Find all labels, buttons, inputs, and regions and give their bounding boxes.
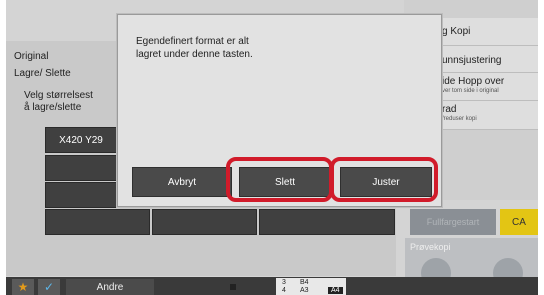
- background-subtitle: Lagre/ Slette: [14, 68, 71, 79]
- function-item-label: ide Hopp over: [442, 76, 505, 87]
- tray-indicator-icon: [230, 284, 236, 290]
- size-slot-button[interactable]: [45, 182, 117, 208]
- color-start-label: Fullfargestart: [426, 217, 480, 227]
- dialog-message-line: lagret under denne tasten.: [136, 49, 253, 60]
- check-icon[interactable]: ✓: [38, 279, 60, 295]
- background-instruction-2: å lagre/slette: [24, 102, 82, 113]
- other-button[interactable]: Andre: [66, 279, 154, 295]
- function-item-sub: /reduser kopi: [442, 116, 477, 122]
- cancel-button[interactable]: Avbryt: [132, 167, 232, 197]
- tray-num: 3: [282, 279, 286, 286]
- delete-highlight-ring: [226, 157, 333, 202]
- dialog-message: Egendefinert format er alt lagret under …: [136, 35, 336, 61]
- size-slot-button[interactable]: [45, 155, 117, 181]
- tray-num: 4: [282, 287, 286, 294]
- dialog-message-line: Egendefinert format er alt: [136, 36, 249, 47]
- ca-button[interactable]: CA: [500, 209, 538, 235]
- background-title: Original: [14, 51, 49, 62]
- size-slot-button[interactable]: [259, 209, 395, 235]
- function-item-label: unnsjustering: [442, 55, 502, 66]
- size-slot-button[interactable]: [152, 209, 257, 235]
- size-button-label: X420 Y29: [59, 134, 103, 146]
- tray-size: B4: [300, 279, 309, 286]
- size-slot-button[interactable]: [45, 209, 150, 235]
- function-item-label: g Kopi: [442, 26, 471, 37]
- function-item-label: rad: [442, 104, 457, 115]
- ca-label: CA: [512, 216, 526, 228]
- star-icon[interactable]: ★: [12, 279, 34, 295]
- tray-extra: A4: [328, 287, 343, 294]
- cancel-label: Avbryt: [167, 176, 197, 188]
- preview-label: Prøvekopi: [410, 242, 451, 252]
- size-button[interactable]: X420 Y29: [45, 127, 117, 153]
- function-item-sub: ver tom side i original: [442, 88, 499, 94]
- other-button-label: Andre: [96, 281, 124, 293]
- adjust-highlight-ring: [330, 157, 438, 202]
- color-start-button[interactable]: Fullfargestart: [410, 209, 496, 235]
- paper-tray-status: 3 B4 4 A3 A4: [276, 278, 346, 295]
- tray-size: A3: [300, 287, 309, 294]
